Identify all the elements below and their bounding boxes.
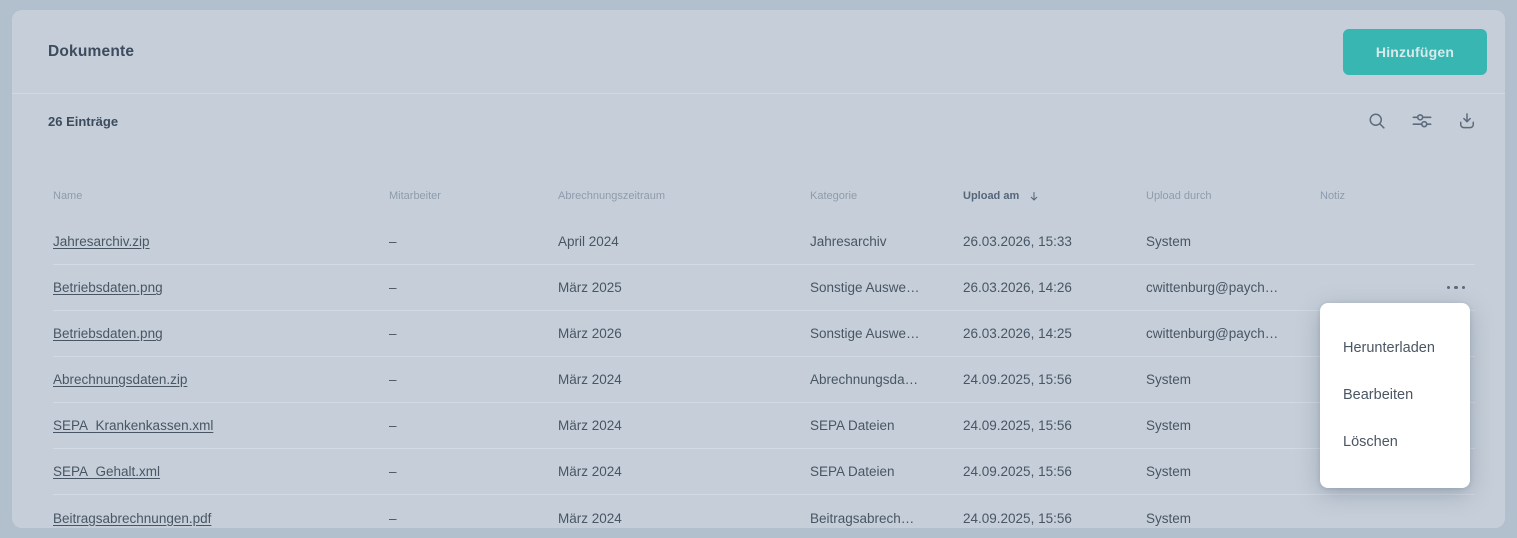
cell-upload-am: 26.03.2026, 15:33 bbox=[963, 234, 1146, 249]
documents-table: Name Mitarbeiter Abrechnungszeitraum Kat… bbox=[12, 181, 1505, 528]
column-header-notiz[interactable]: Notiz bbox=[1320, 190, 1475, 202]
page-title: Dokumente bbox=[48, 43, 134, 61]
column-header-upload-am-label: Upload am bbox=[963, 190, 1019, 202]
table-row: SEPA_Gehalt.xml – März 2024 SEPA Dateien… bbox=[53, 449, 1475, 495]
cell-kategorie: Jahresarchiv bbox=[810, 234, 963, 249]
documents-card: Dokumente Hinzufügen 26 Einträge bbox=[12, 10, 1505, 528]
cell-zeitraum: März 2026 bbox=[558, 326, 810, 341]
document-link[interactable]: Betriebsdaten.png bbox=[53, 280, 163, 295]
cell-upload-durch: System bbox=[1146, 511, 1320, 526]
document-link[interactable]: SEPA_Krankenkassen.xml bbox=[53, 418, 213, 433]
cell-kategorie: Beitragsabrech… bbox=[810, 511, 963, 526]
table-row: Jahresarchiv.zip – April 2024 Jahresarch… bbox=[53, 219, 1475, 265]
cell-upload-am: 24.09.2025, 15:56 bbox=[963, 464, 1146, 479]
row-context-menu: Herunterladen Bearbeiten Löschen bbox=[1320, 303, 1470, 488]
cell-zeitraum: März 2024 bbox=[558, 372, 810, 387]
entries-count: 26 Einträge bbox=[48, 114, 118, 129]
cell-name: Betriebsdaten.png bbox=[53, 280, 389, 295]
cell-name: Betriebsdaten.png bbox=[53, 326, 389, 341]
cell-mitarbeiter: – bbox=[389, 326, 558, 341]
menu-item-herunterladen[interactable]: Herunterladen bbox=[1320, 324, 1470, 371]
cell-kategorie: Sonstige Auswe… bbox=[810, 280, 963, 295]
menu-item-bearbeiten[interactable]: Bearbeiten bbox=[1320, 371, 1470, 418]
cell-upload-durch: System bbox=[1146, 464, 1320, 479]
cell-zeitraum: März 2024 bbox=[558, 511, 810, 526]
document-link[interactable]: SEPA_Gehalt.xml bbox=[53, 464, 160, 479]
document-link[interactable]: Abrechnungsdaten.zip bbox=[53, 372, 187, 387]
cell-kategorie: SEPA Dateien bbox=[810, 464, 963, 479]
cell-upload-am: 26.03.2026, 14:25 bbox=[963, 326, 1146, 341]
cell-upload-am: 24.09.2025, 15:56 bbox=[963, 372, 1146, 387]
filter-icon[interactable] bbox=[1409, 109, 1435, 133]
cell-zeitraum: März 2025 bbox=[558, 280, 810, 295]
document-link[interactable]: Betriebsdaten.png bbox=[53, 326, 163, 341]
table-row: Betriebsdaten.png – März 2025 Sonstige A… bbox=[53, 265, 1475, 311]
add-button[interactable]: Hinzufügen bbox=[1343, 29, 1487, 75]
cell-zeitraum: April 2024 bbox=[558, 234, 810, 249]
download-icon[interactable] bbox=[1455, 109, 1479, 133]
cell-upload-durch: System bbox=[1146, 372, 1320, 387]
toolbar: 26 Einträge bbox=[12, 94, 1505, 148]
cell-kategorie: Sonstige Auswe… bbox=[810, 326, 963, 341]
column-header-mitarbeiter[interactable]: Mitarbeiter bbox=[389, 190, 558, 202]
card-header: Dokumente Hinzufügen bbox=[12, 10, 1505, 94]
cell-mitarbeiter: – bbox=[389, 372, 558, 387]
sort-descending-icon bbox=[1028, 190, 1040, 203]
table-header-row: Name Mitarbeiter Abrechnungszeitraum Kat… bbox=[53, 181, 1475, 211]
cell-upload-durch: System bbox=[1146, 418, 1320, 433]
column-header-name[interactable]: Name bbox=[53, 190, 389, 202]
cell-upload-durch: cwittenburg@paych… bbox=[1146, 280, 1320, 295]
table-row: SEPA_Krankenkassen.xml – März 2024 SEPA … bbox=[53, 403, 1475, 449]
cell-name: Abrechnungsdaten.zip bbox=[53, 372, 389, 387]
column-header-upload-am[interactable]: Upload am bbox=[963, 190, 1146, 203]
table-body: Jahresarchiv.zip – April 2024 Jahresarch… bbox=[53, 219, 1475, 528]
cell-mitarbeiter: – bbox=[389, 280, 558, 295]
cell-name: SEPA_Gehalt.xml bbox=[53, 464, 389, 479]
cell-name: SEPA_Krankenkassen.xml bbox=[53, 418, 389, 433]
cell-kategorie: SEPA Dateien bbox=[810, 418, 963, 433]
document-link[interactable]: Jahresarchiv.zip bbox=[53, 234, 150, 249]
row-actions-icon[interactable] bbox=[1445, 282, 1468, 294]
cell-zeitraum: März 2024 bbox=[558, 418, 810, 433]
column-header-upload-durch[interactable]: Upload durch bbox=[1146, 190, 1320, 202]
cell-mitarbeiter: – bbox=[389, 418, 558, 433]
cell-upload-am: 24.09.2025, 15:56 bbox=[963, 418, 1146, 433]
cell-zeitraum: März 2024 bbox=[558, 464, 810, 479]
document-link[interactable]: Beitragsabrechnungen.pdf bbox=[53, 511, 211, 526]
menu-item-loeschen[interactable]: Löschen bbox=[1320, 418, 1470, 465]
cell-upload-durch: System bbox=[1146, 234, 1320, 249]
cell-mitarbeiter: – bbox=[389, 234, 558, 249]
cell-name: Jahresarchiv.zip bbox=[53, 234, 389, 249]
cell-upload-am: 26.03.2026, 14:26 bbox=[963, 280, 1146, 295]
search-icon[interactable] bbox=[1365, 109, 1389, 133]
cell-upload-am: 24.09.2025, 15:56 bbox=[963, 511, 1146, 526]
table-row: Betriebsdaten.png – März 2026 Sonstige A… bbox=[53, 311, 1475, 357]
cell-kategorie: Abrechnungsda… bbox=[810, 372, 963, 387]
column-header-abrechnungszeitraum[interactable]: Abrechnungszeitraum bbox=[558, 190, 810, 202]
cell-mitarbeiter: – bbox=[389, 464, 558, 479]
cell-name: Beitragsabrechnungen.pdf bbox=[53, 511, 389, 526]
table-row: Abrechnungsdaten.zip – März 2024 Abrechn… bbox=[53, 357, 1475, 403]
cell-mitarbeiter: – bbox=[389, 511, 558, 526]
column-header-kategorie[interactable]: Kategorie bbox=[810, 190, 963, 202]
cell-upload-durch: cwittenburg@paych… bbox=[1146, 326, 1320, 341]
toolbar-icon-group bbox=[1365, 109, 1479, 133]
cell-notiz bbox=[1320, 282, 1475, 294]
table-row: Beitragsabrechnungen.pdf – März 2024 Bei… bbox=[53, 495, 1475, 528]
